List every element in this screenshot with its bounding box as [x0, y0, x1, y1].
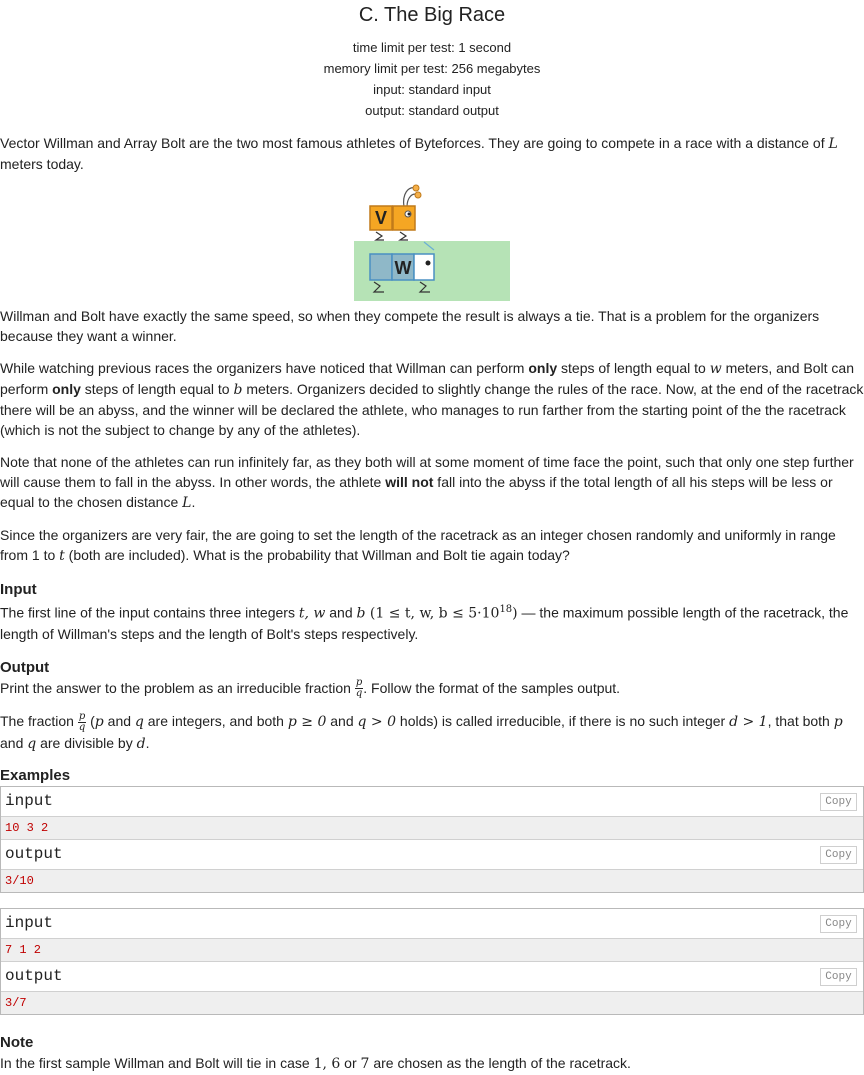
- w-robot-body: [369, 253, 393, 281]
- copy-button[interactable]: Copy: [820, 915, 857, 934]
- statement-paragraph-2: Willman and Bolt have exactly the same s…: [0, 308, 820, 344]
- problem-title: C. The Big Race: [358, 4, 506, 26]
- input-label: input: [5, 914, 54, 933]
- example-2-output-header: output Copy: [1, 962, 863, 993]
- example-2-output: 3/7: [1, 992, 863, 1015]
- problem-header: C. The Big Race time limit per test: 1 s…: [0, 0, 864, 121]
- statement-paragraph-4: Note that none of the athletes can run i…: [0, 454, 854, 511]
- statement-paragraph-3: While watching previous races the organi…: [0, 360, 864, 438]
- input-section-title: Input: [0, 581, 37, 598]
- example-1-output-header: output Copy: [1, 840, 863, 871]
- race-illustration: V W: [354, 184, 510, 301]
- copy-button[interactable]: Copy: [820, 968, 857, 987]
- statement-paragraph-5: Since the organizers are very fair, the …: [0, 527, 836, 564]
- output-label: output: [5, 845, 63, 864]
- time-limit: time limit per test: 1 second: [352, 40, 512, 55]
- example-1: input Copy 10 3 2 output Copy 3/10: [0, 786, 864, 894]
- fraction-pq: pq: [354, 677, 364, 700]
- fraction-pq-2: pq: [77, 711, 87, 734]
- example-1-output: 3/10: [1, 870, 863, 893]
- output-type: output: standard output: [365, 103, 499, 118]
- example-2: input Copy 7 1 2 output Copy 3/7: [0, 908, 864, 1016]
- input-type: input: standard input: [373, 82, 491, 97]
- note-text: In the first sample Willman and Bolt wil…: [0, 1055, 631, 1073]
- copy-button[interactable]: Copy: [820, 846, 857, 865]
- example-1-input-header: input Copy: [1, 787, 863, 818]
- input-spec-text: The first line of the input contains thr…: [0, 604, 849, 642]
- output-spec-text: Print the answer to the problem as an ir…: [0, 677, 621, 700]
- output-label: output: [5, 967, 63, 986]
- w-letter: W: [395, 258, 412, 278]
- examples-title: Examples: [0, 767, 71, 785]
- input-label: input: [5, 792, 54, 811]
- memory-limit: memory limit per test: 256 megabytes: [323, 61, 541, 76]
- v-letter: V: [375, 208, 387, 228]
- note-title: Note: [0, 1034, 34, 1052]
- example-2-input-header: input Copy: [1, 909, 863, 940]
- example-1-input: 10 3 2: [1, 817, 863, 841]
- example-2-input: 7 1 2: [1, 939, 863, 963]
- irreducible-definition: The fraction pq (p and q are integers, a…: [0, 711, 843, 753]
- copy-button[interactable]: Copy: [820, 793, 857, 812]
- statement-paragraph-1: Vector Willman and Array Bolt are the tw…: [0, 135, 838, 172]
- output-section-title: Output: [0, 658, 50, 676]
- problem-page: C. The Big Race time limit per test: 1 s…: [0, 0, 864, 1075]
